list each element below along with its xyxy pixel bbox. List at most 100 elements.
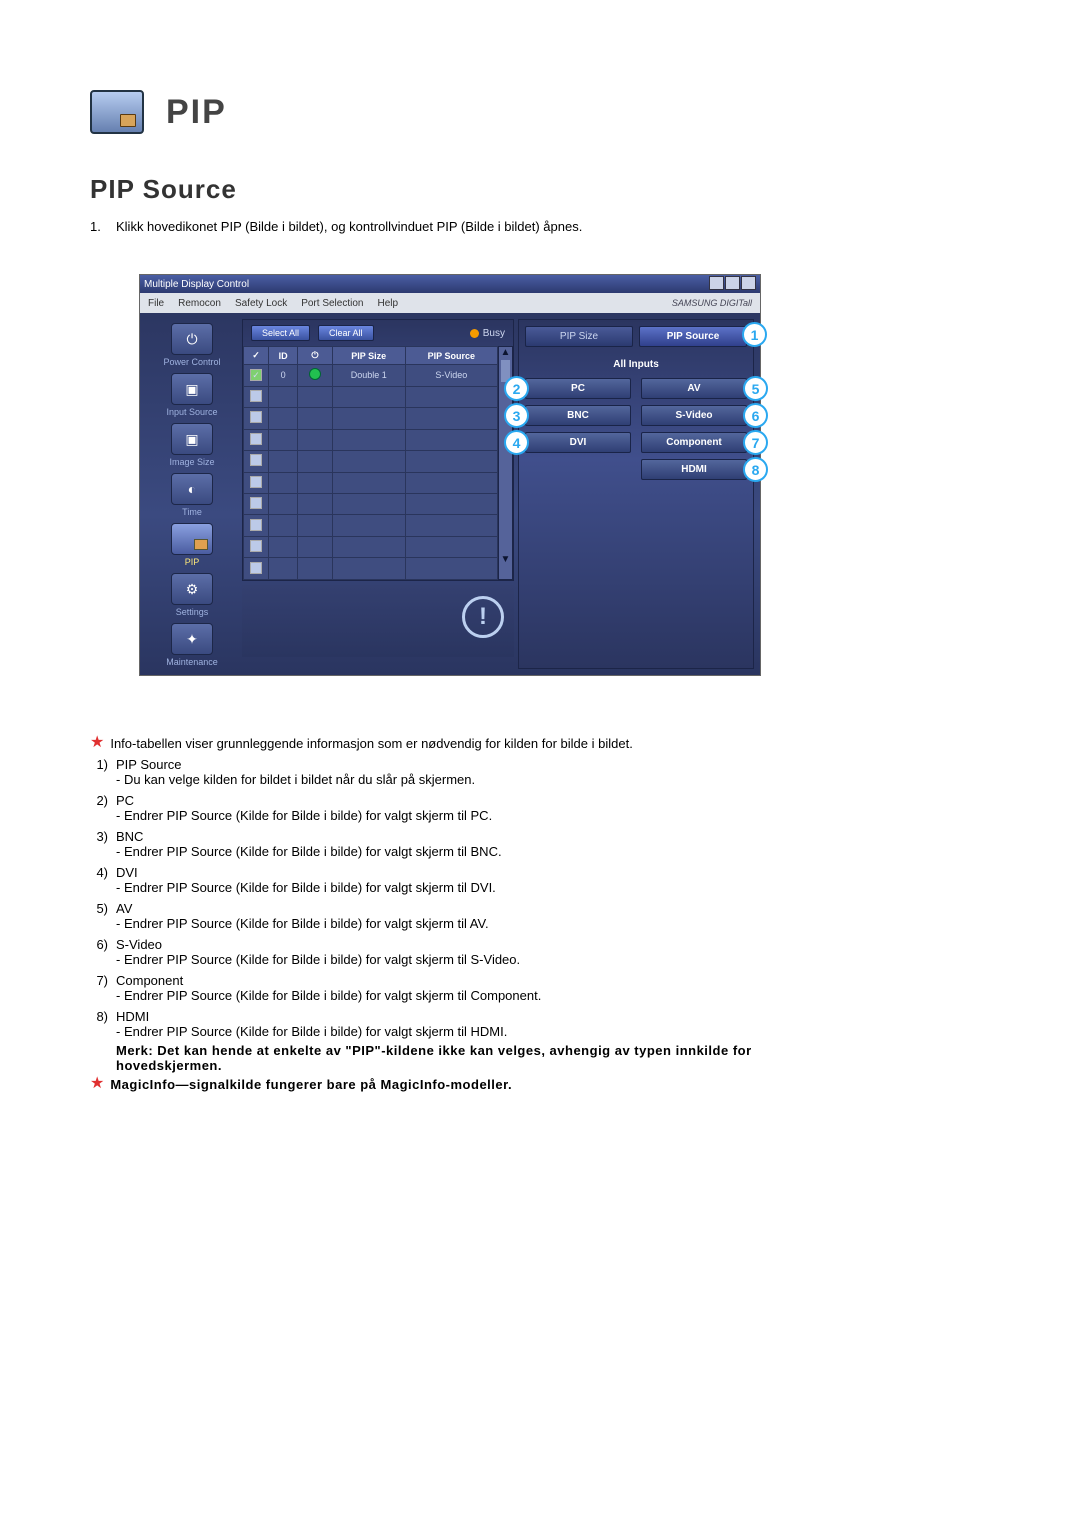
window-buttons[interactable] <box>708 276 756 293</box>
table-row[interactable] <box>244 451 498 472</box>
size-icon: ▣ <box>171 423 213 455</box>
tab-pip-size[interactable]: PIP Size <box>525 326 633 347</box>
sidebar-label: Input Source <box>166 407 217 417</box>
menu-help[interactable]: Help <box>377 298 398 309</box>
table-row[interactable] <box>244 536 498 557</box>
scroll-down-icon[interactable]: ▼ <box>499 554 512 565</box>
busy-indicator: Busy <box>470 328 505 339</box>
clear-all-button[interactable]: Clear All <box>318 325 374 341</box>
note-num: 8) <box>90 1009 108 1073</box>
callout-4: 4 <box>504 430 529 455</box>
menu-file[interactable]: File <box>148 298 164 309</box>
star-note-2: ★ MagicInfo—signalkilde fungerer bare på… <box>90 1077 810 1092</box>
col-pip-source: PIP Source <box>405 347 497 365</box>
note-desc: - Endrer PIP Source (Kilde for Bilde i b… <box>116 844 502 859</box>
table-row[interactable] <box>244 472 498 493</box>
callout-5: 5 <box>743 376 768 401</box>
app-window: Multiple Display Control File Remocon Sa… <box>139 274 761 676</box>
btn-component[interactable]: Component <box>641 432 747 453</box>
row-pip-size: Double 1 <box>332 365 405 386</box>
note-title: BNC <box>116 829 143 844</box>
col-power: ⏻ <box>298 347 332 365</box>
callout-6: 6 <box>743 403 768 428</box>
btn-bnc[interactable]: BNC <box>525 405 631 426</box>
menu-port-selection[interactable]: Port Selection <box>301 298 363 309</box>
footer-panel: ! <box>242 585 514 657</box>
all-inputs-label: All Inputs <box>525 359 747 370</box>
sidebar-label: Power Control <box>163 357 220 367</box>
row-id: 0 <box>269 365 298 386</box>
page-title-row: PIP <box>90 90 810 134</box>
note-num: 2) <box>90 793 108 823</box>
sidebar-item-image-size[interactable]: ▣ Image Size <box>169 423 214 467</box>
menu-safety-lock[interactable]: Safety Lock <box>235 298 287 309</box>
btn-dvi[interactable]: DVI <box>525 432 631 453</box>
table-row[interactable] <box>244 408 498 429</box>
titlebar: Multiple Display Control <box>140 275 760 293</box>
select-all-button[interactable]: Select All <box>251 325 310 341</box>
note-num: 5) <box>90 901 108 931</box>
menu-remocon[interactable]: Remocon <box>178 298 221 309</box>
callout-8: 8 <box>743 457 768 482</box>
note-title: HDMI <box>116 1009 149 1024</box>
note-title: Component <box>116 973 183 988</box>
callout-7: 7 <box>743 430 768 455</box>
btn-av[interactable]: AV <box>641 378 747 399</box>
btn-hdmi[interactable]: HDMI <box>641 459 747 480</box>
table-row[interactable] <box>244 429 498 450</box>
table-row[interactable]: ✓ 0 Double 1 S-Video <box>244 365 498 386</box>
note-title: AV <box>116 901 132 916</box>
intro-text: Klikk hovedikonet PIP (Bilde i bildet), … <box>116 219 582 234</box>
scroll-up-icon[interactable]: ▲ <box>499 347 512 358</box>
right-panel: PIP Size PIP Source 1 All Inputs PC 2 AV… <box>518 319 754 669</box>
sidebar-label: Image Size <box>169 457 214 467</box>
star-icon: ★ <box>90 1077 104 1090</box>
sidebar-item-time[interactable]: ◐Time <box>171 473 213 517</box>
btn-svideo[interactable]: S-Video <box>641 405 747 426</box>
notes-list: 1)PIP Source- Du kan velge kilden for bi… <box>90 757 810 1073</box>
window-title: Multiple Display Control <box>144 279 249 290</box>
pip-icon <box>171 523 213 555</box>
intro-number: 1. <box>90 219 108 234</box>
callout-3: 3 <box>504 403 529 428</box>
table-row[interactable] <box>244 494 498 515</box>
note-title: DVI <box>116 865 138 880</box>
table-row[interactable] <box>244 558 498 580</box>
sidebar-item-settings[interactable]: ⚙Settings <box>171 573 213 617</box>
pip-page-icon <box>90 90 144 134</box>
table-row[interactable] <box>244 515 498 536</box>
sidebar-label: Maintenance <box>166 657 218 667</box>
sidebar-item-maintenance[interactable]: ✦ Maintenance <box>166 623 218 667</box>
tab-pip-source[interactable]: PIP Source <box>639 326 747 347</box>
note-desc: - Endrer PIP Source (Kilde for Bilde i b… <box>116 880 496 895</box>
maintenance-icon: ✦ <box>171 623 213 655</box>
note-num: 6) <box>90 937 108 967</box>
row-power <box>298 365 332 386</box>
sidebar: ⏻ Power Control ▣ Input Source ▣ Image Size… <box>146 319 238 669</box>
col-id: ID <box>269 347 298 365</box>
callout-2: 2 <box>504 376 529 401</box>
sidebar-label: Time <box>182 507 202 517</box>
sidebar-item-input[interactable]: ▣ Input Source <box>166 373 217 417</box>
sidebar-label: Settings <box>176 607 209 617</box>
note-num: 7) <box>90 973 108 1003</box>
sidebar-label: PIP <box>185 557 200 567</box>
btn-pc[interactable]: PC <box>525 378 631 399</box>
busy-label: Busy <box>483 328 505 339</box>
info-icon[interactable]: ! <box>462 596 504 638</box>
table-row[interactable] <box>244 386 498 407</box>
callout-1: 1 <box>742 322 767 347</box>
sidebar-item-pip[interactable]: PIP <box>171 523 213 567</box>
sidebar-item-power[interactable]: ⏻ Power Control <box>163 323 220 367</box>
input-icon: ▣ <box>171 373 213 405</box>
row-check[interactable]: ✓ <box>244 365 269 386</box>
note-title: S-Video <box>116 937 162 952</box>
busy-dot-icon <box>470 329 479 338</box>
menubar: File Remocon Safety Lock Port Selection … <box>140 293 760 313</box>
merk-note: Merk: Det kan hende at enkelte av "PIP"-… <box>116 1043 810 1073</box>
power-icon: ⏻ <box>171 323 213 355</box>
note-desc: - Endrer PIP Source (Kilde for Bilde i b… <box>116 952 520 967</box>
note-num: 4) <box>90 865 108 895</box>
star-icon: ★ <box>90 736 104 749</box>
note-desc: - Endrer PIP Source (Kilde for Bilde i b… <box>116 1024 507 1039</box>
